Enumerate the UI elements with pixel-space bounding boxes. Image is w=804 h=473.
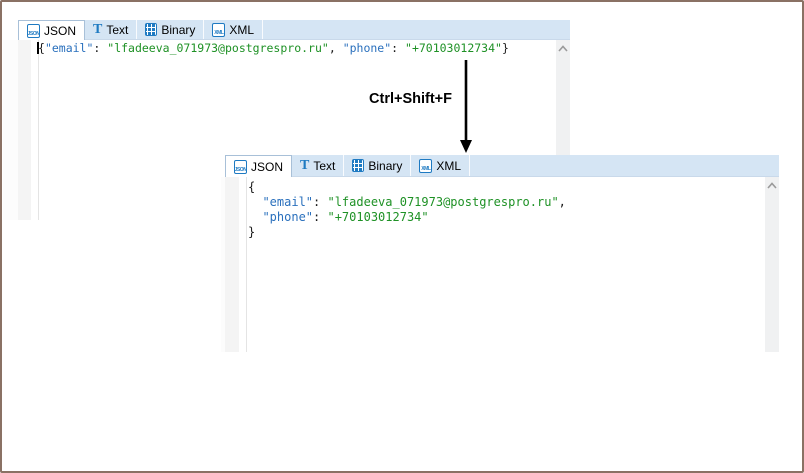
- value-panel-bottom-tabbar: JSON JSON T Text Binary XML XML: [225, 155, 779, 177]
- tab-binary-label: Binary: [161, 22, 196, 37]
- tab-text[interactable]: T Text: [292, 155, 345, 176]
- editor-left-margin: [3, 40, 18, 220]
- tab-binary[interactable]: Binary: [344, 155, 412, 176]
- tab-json-label: JSON: [44, 23, 77, 38]
- down-arrow-icon: [460, 60, 472, 153]
- tab-json[interactable]: JSON JSON: [225, 155, 293, 177]
- code-line: }: [248, 225, 256, 239]
- scroll-up-icon[interactable]: [558, 45, 568, 52]
- json-document-icon: JSON: [27, 23, 40, 38]
- editor-gutter-divider: [246, 177, 247, 352]
- scroll-up-icon[interactable]: [767, 182, 777, 189]
- code-line: {: [248, 180, 256, 194]
- binary-grid-icon: [145, 23, 158, 36]
- editor-gutter: [18, 40, 31, 220]
- json-document-icon: JSON: [234, 159, 247, 174]
- tab-binary[interactable]: Binary: [137, 20, 205, 39]
- value-panel-bottom: JSON JSON T Text Binary XML XML { "email…: [221, 155, 779, 352]
- tab-json[interactable]: JSON JSON: [18, 20, 86, 40]
- value-panel-top-tabbar: JSON JSON T Text Binary XML XML: [18, 20, 570, 40]
- tab-xml-label: XML: [436, 158, 462, 173]
- text-icon: T: [93, 21, 103, 37]
- tab-json-label: JSON: [251, 159, 284, 174]
- tab-text-label: Text: [106, 22, 129, 37]
- text-icon: T: [300, 157, 310, 173]
- tab-text[interactable]: T Text: [85, 20, 138, 39]
- shortcut-label: Ctrl+Shift+F: [369, 91, 452, 107]
- editor-gutter: [225, 177, 239, 352]
- tab-xml[interactable]: XML XML: [411, 155, 471, 176]
- json-editor-bottom: { "email": "lfadeeva_071973@postgrespro.…: [221, 177, 779, 352]
- code-line: "email": "lfadeeva_071973@postgrespro.ru…: [262, 195, 566, 209]
- xml-document-icon: XML: [419, 158, 433, 173]
- json-text-formatted[interactable]: { "email": "lfadeeva_071973@postgrespro.…: [248, 177, 765, 352]
- xml-document-icon: XML: [212, 22, 226, 37]
- code-line: {"email": "lfadeeva_071973@postgrespro.r…: [37, 41, 509, 55]
- tab-text-label: Text: [313, 158, 336, 173]
- code-line: "phone": "+70103012734": [262, 210, 429, 224]
- screenshot-canvas: JSON JSON T Text Binary XML XML {"email"…: [0, 0, 804, 473]
- tab-xml[interactable]: XML XML: [204, 20, 264, 39]
- vertical-scrollbar[interactable]: [765, 177, 779, 352]
- binary-grid-icon: [352, 159, 365, 172]
- tab-binary-label: Binary: [368, 158, 403, 173]
- tab-xml-label: XML: [229, 22, 255, 37]
